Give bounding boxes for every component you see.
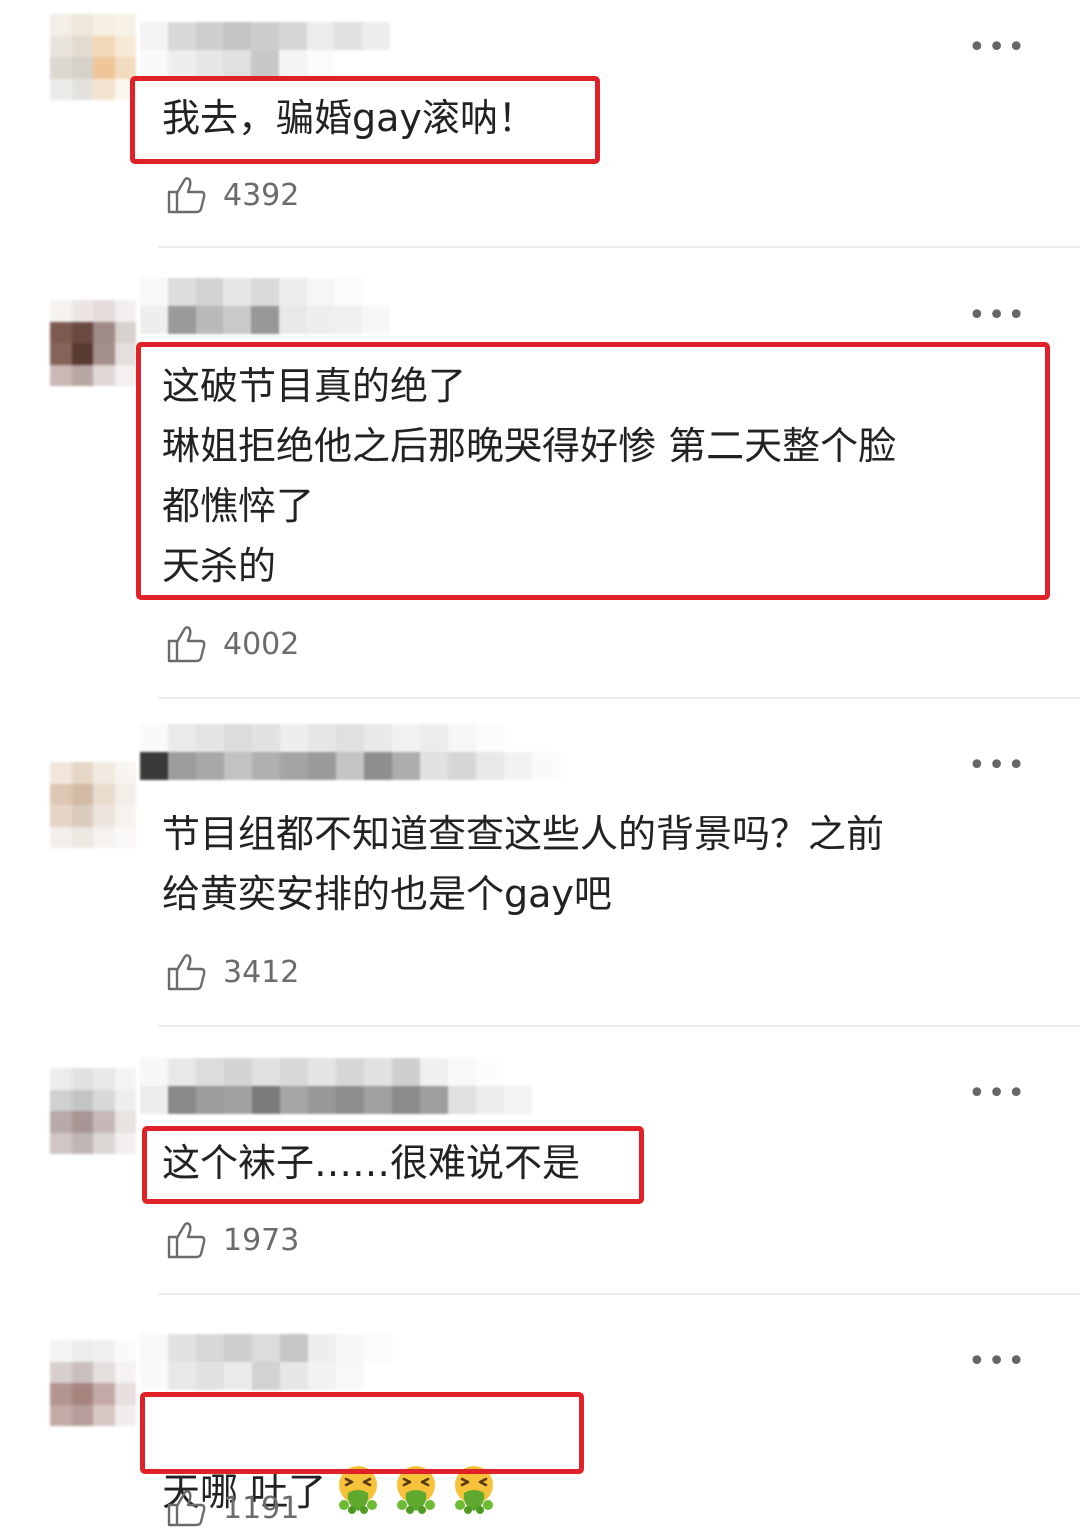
thumbs-up-icon — [167, 177, 206, 214]
like-button[interactable]: 4002 — [165, 621, 299, 667]
more-options-icon[interactable] — [968, 756, 1020, 776]
avatar[interactable] — [50, 1068, 136, 1154]
more-options-icon[interactable] — [968, 1084, 1020, 1104]
like-button[interactable]: 1973 — [165, 1217, 299, 1263]
username-blurred[interactable] — [140, 22, 390, 78]
highlight-box — [130, 76, 600, 164]
thumbs-up-icon — [167, 1490, 206, 1527]
highlight-box — [140, 1392, 584, 1474]
more-options-icon[interactable] — [968, 306, 1020, 326]
avatar[interactable] — [50, 300, 136, 386]
more-options-icon[interactable] — [968, 1352, 1020, 1372]
thumbs-up-icon — [167, 626, 206, 663]
more-options-icon[interactable] — [968, 38, 1020, 58]
like-count: 3412 — [223, 954, 300, 990]
divider — [158, 1025, 1080, 1027]
like-count: 1973 — [223, 1222, 300, 1258]
comment-feed: 我去，骗婚gay滚呐！ 4392 这破节目真的绝了 琳姐拒绝他之后那晚哭得好惨 … — [0, 0, 1080, 1539]
divider — [158, 697, 1080, 699]
username-blurred[interactable] — [140, 1058, 532, 1114]
like-button[interactable]: 3412 — [165, 949, 299, 995]
highlight-box — [142, 1126, 644, 1204]
highlight-box — [136, 342, 1050, 600]
like-count: 4392 — [223, 177, 300, 213]
divider — [158, 1293, 1080, 1295]
avatar[interactable] — [50, 1340, 136, 1426]
avatar[interactable] — [50, 14, 136, 100]
like-count: 4002 — [223, 626, 300, 662]
like-button[interactable]: 4392 — [165, 172, 299, 218]
username-blurred[interactable] — [140, 724, 560, 780]
thumbs-up-icon — [167, 1222, 206, 1259]
thumbs-up-icon — [167, 954, 206, 991]
like-count: 1191 — [223, 1490, 300, 1526]
comment-text: 节目组都不知道查查这些人的背景吗？之前 给黄奕安排的也是个gay吧 — [162, 812, 885, 916]
avatar[interactable] — [50, 762, 136, 848]
username-blurred[interactable] — [140, 1334, 448, 1390]
divider — [158, 246, 1080, 248]
like-button[interactable]: 1191 — [165, 1485, 299, 1531]
username-blurred[interactable] — [140, 278, 390, 334]
